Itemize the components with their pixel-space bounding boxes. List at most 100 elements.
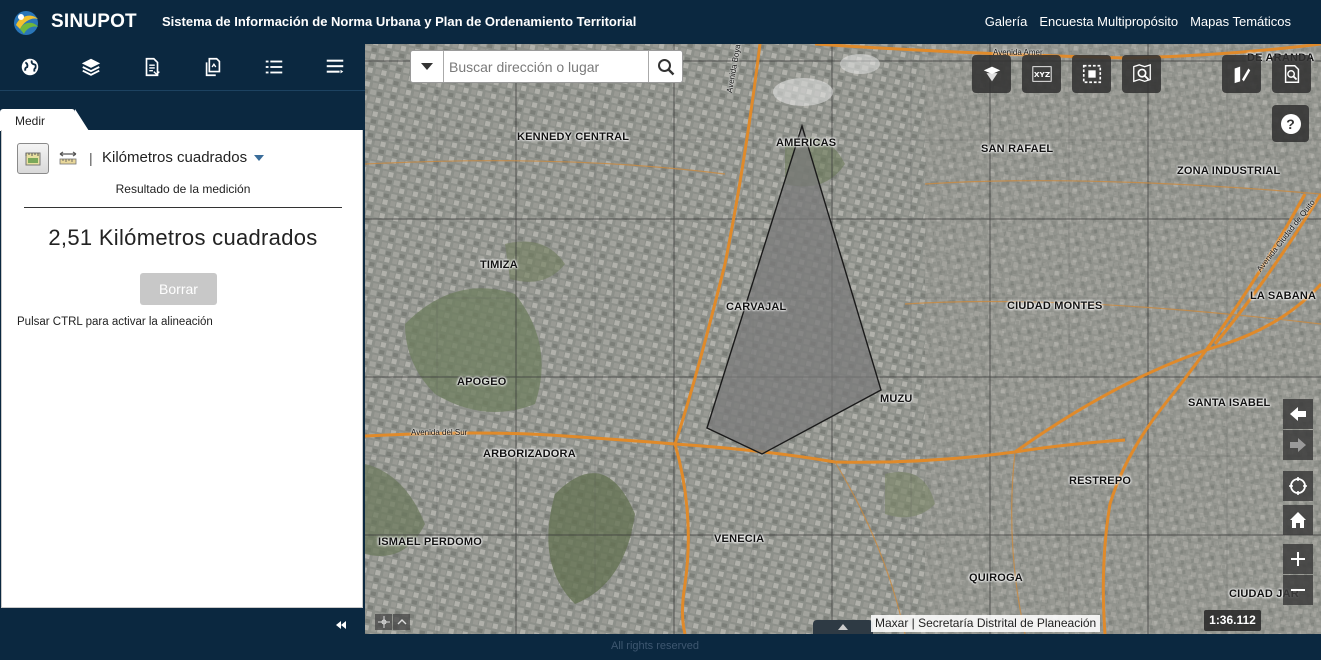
documents-icon [205,57,221,77]
home-button[interactable] [1283,505,1313,535]
map-attribution: Maxar | Secretaría Distrital de Planeaci… [871,615,1101,632]
footer-text: All rights reserved [611,640,700,652]
caret-down-icon [421,62,433,70]
measure-distance-button[interactable] [57,148,79,168]
toolbar-documents-button[interactable] [182,44,243,90]
search-button[interactable] [648,51,682,82]
place-apogeo: APOGEO [457,376,507,388]
arrow-left-icon [1290,407,1306,421]
nav-galeria[interactable]: Galería [985,14,1028,29]
map-edit-icon [1234,66,1250,84]
map-tool-identify[interactable] [1122,55,1161,93]
search-input[interactable] [449,56,644,77]
place-ismael-perdomo: ISMAEL PERDOMO [378,536,483,548]
sinupot-logo-icon[interactable] [10,7,42,37]
next-extent-button[interactable] [1283,430,1313,460]
area-ruler-icon [25,152,41,165]
brand-title[interactable]: SINUPOT [51,11,137,33]
widget-toolbar [0,44,365,90]
road-label-sur: Avenida del Sur [411,428,468,437]
hint-key: CTRL [52,316,83,328]
address-search [410,50,683,83]
map-tool-xyz[interactable]: XYZ [1022,55,1061,93]
scale-display: 1:36.112 [1204,610,1261,631]
hint-suffix: para activar la alineación [82,316,213,328]
distance-ruler-icon [59,151,77,165]
separator: | [89,150,93,166]
map-tool-select[interactable] [1072,55,1111,93]
document-search-icon [1284,65,1299,83]
map-search-icon [1132,63,1151,83]
satellite-basemap [365,44,1321,634]
zoom-out-button[interactable] [1283,575,1313,605]
nav-encuesta[interactable]: Encuesta Multipropósito [1039,14,1178,29]
toolbar-globe-button[interactable] [0,44,61,90]
app-subtitle: Sistema de Información de Norma Urbana y… [162,14,637,29]
locate-button[interactable] [1283,471,1313,501]
place-venecia: VENECIA [714,533,765,545]
place-san-rafael: SAN RAFAEL [981,143,1054,155]
place-carvajal: CARVAJAL [726,301,787,313]
place-americas: AMERICAS [776,137,837,149]
map-view[interactable]: KENNEDY CENTRAL AMERICAS SAN RAFAEL ZONA… [365,44,1321,634]
zoom-in-button[interactable] [1283,544,1313,574]
globe-icon [22,58,39,76]
caret-down-icon [254,154,265,161]
arrow-right-icon [1290,438,1306,452]
toolbar-menu-button[interactable] [304,44,365,90]
hint-prefix: Pulsar [17,316,53,328]
locate-icon [1289,477,1307,495]
unit-label: Kilómetros cuadrados [102,149,248,166]
search-icon [657,58,674,75]
list-icon [265,60,282,74]
help-icon: ? [1280,113,1301,134]
crosshair-control[interactable] [375,614,392,630]
place-timiza: TIMIZA [480,259,518,271]
toolbar-list-button[interactable] [243,44,304,90]
place-kennedy-central: KENNEDY CENTRAL [517,131,630,143]
footer-bar [365,634,1321,660]
minus-icon [1291,589,1305,591]
nav-mapas-tematicos[interactable]: Mapas Temáticos [1190,14,1291,29]
map-arrow-icon [983,66,1000,82]
unit-dropdown[interactable]: Kilómetros cuadrados [102,149,265,166]
expand-control[interactable] [393,614,410,630]
help-button[interactable]: ? [1272,105,1309,142]
menu-icon [326,59,343,74]
caret-up-icon [838,624,848,630]
map-tool-rotate[interactable] [972,55,1011,93]
bottom-panel-toggle[interactable] [813,620,873,634]
previous-extent-button[interactable] [1283,399,1313,429]
top-nav: Galería Encuesta Multipropósito Mapas Te… [985,14,1291,29]
toolbar-layers-button[interactable] [61,44,122,90]
place-arborizadora: ARBORIZADORA [483,448,576,460]
document-icon [145,57,160,77]
clear-button[interactable]: Borrar [140,273,217,305]
place-santa-isabel: SANTA ISABEL [1188,397,1271,409]
chevron-up-icon [397,619,406,625]
tab-corner [75,109,89,131]
app-header: SINUPOT Sistema de Información de Norma … [0,0,1321,44]
map-tool-edit[interactable] [1222,55,1261,93]
result-title: Resultado de la medición [115,182,251,196]
left-panel: Medir | Kilómetros cuadrados Resultado d… [0,44,365,660]
place-ciudad-montes: CIUDAD MONTES [1007,300,1103,312]
toolbar-divider [0,90,365,91]
tab-medir[interactable]: Medir [0,109,75,131]
search-source-dropdown[interactable] [411,51,444,82]
map-tool-document-search[interactable] [1272,55,1311,93]
svg-text:XYZ: XYZ [1033,70,1049,79]
toolbar-document-button[interactable] [122,44,183,90]
plus-icon [1291,552,1305,566]
crosshair-icon [377,616,390,628]
place-zona-industrial: ZONA INDUSTRIAL [1177,165,1281,177]
select-area-icon [1082,64,1101,84]
home-icon [1290,512,1306,528]
result-divider [24,207,342,208]
measure-area-button[interactable] [17,143,49,174]
place-muzu: MUZU [880,393,913,405]
collapse-panel-icon[interactable] [333,618,349,632]
xyz-coordinates-icon: XYZ [1031,66,1052,82]
alignment-hint: Pulsar CTRL para activar la alineación [17,316,213,328]
place-la-sabana: LA SABANA [1250,290,1317,302]
